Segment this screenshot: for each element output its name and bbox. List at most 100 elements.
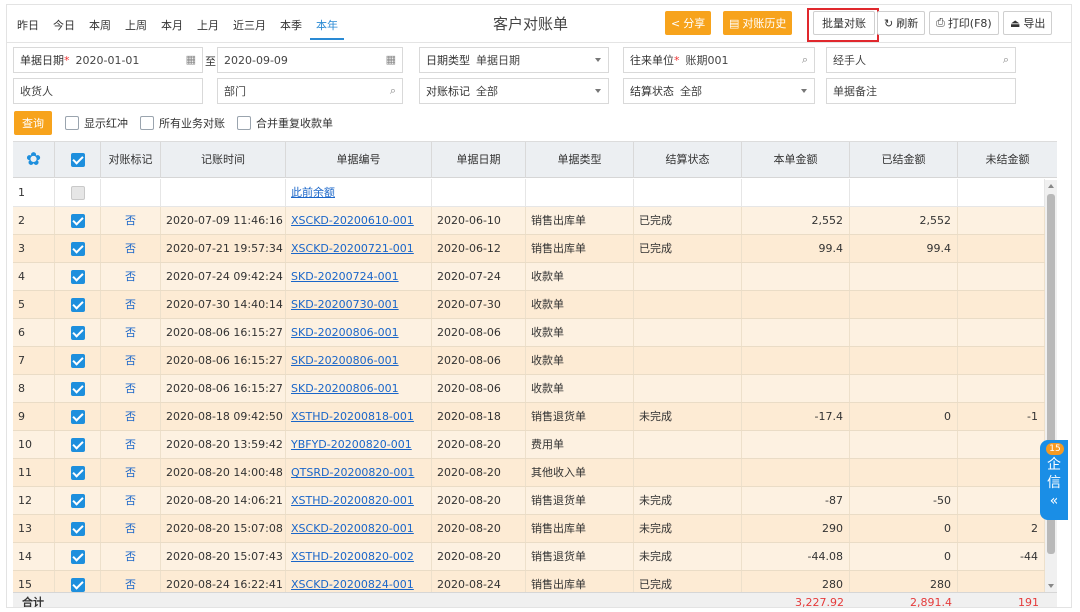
scroll-down-icon[interactable]: [1048, 584, 1054, 588]
table-row[interactable]: 1 此前余额: [13, 179, 1045, 207]
row-checkbox[interactable]: [70, 242, 85, 256]
reconcile-mark-select[interactable]: 对账标记 全部: [419, 78, 609, 104]
col-date[interactable]: 单据日期: [432, 142, 526, 178]
customer-unit-field[interactable]: 往来单位* 账期001 ⌕: [623, 47, 815, 73]
vertical-scrollbar[interactable]: [1045, 180, 1057, 592]
row-checkbox-cell[interactable]: [55, 235, 101, 262]
row-checkbox-cell[interactable]: [55, 179, 101, 206]
row-checkbox-cell[interactable]: [55, 431, 101, 458]
row-checkbox-cell[interactable]: [55, 347, 101, 374]
select-all-checkbox[interactable]: [70, 153, 85, 167]
table-row[interactable]: 4 否 2020-07-24 09:42:24 SKD-20200724-001 202…: [13, 263, 1045, 291]
date-to-field[interactable]: 2020-09-09 ▦: [217, 47, 403, 73]
bill-code-link[interactable]: XSCKD-20200610-001: [291, 214, 414, 227]
query-button[interactable]: 查询: [14, 111, 52, 135]
row-checkbox[interactable]: [70, 550, 85, 564]
table-row[interactable]: 8 否 2020-08-06 16:15:27 SKD-20200806-001 202…: [13, 375, 1045, 403]
refresh-button[interactable]: ↻ 刷新: [877, 11, 926, 35]
row-checkbox[interactable]: [70, 270, 85, 284]
bill-code-link[interactable]: SKD-20200806-001: [291, 326, 399, 339]
period-tab[interactable]: 上周: [119, 13, 153, 40]
table-row[interactable]: 10 否 2020-08-20 13:59:42 YBFYD-20200820-001…: [13, 431, 1045, 459]
row-checkbox-cell[interactable]: [55, 515, 101, 542]
row-checkbox[interactable]: [70, 186, 85, 200]
period-tab[interactable]: 本月: [155, 13, 189, 40]
bill-code-link[interactable]: YBFYD-20200820-001: [291, 438, 412, 451]
col-amount[interactable]: 本单金额: [742, 142, 850, 178]
row-checkbox-cell[interactable]: [55, 319, 101, 346]
row-checkbox[interactable]: [70, 578, 85, 592]
date-from-field[interactable]: 单据日期* 2020-01-01 ▦: [13, 47, 203, 73]
table-row[interactable]: 3 否 2020-07-21 19:57:34 XSCKD-20200721-001 2…: [13, 235, 1045, 263]
bill-code-link[interactable]: XSTHD-20200820-001: [291, 494, 414, 507]
collapse-icon[interactable]: «: [1040, 492, 1068, 510]
row-checkbox-cell[interactable]: [55, 291, 101, 318]
row-checkbox-cell[interactable]: [55, 487, 101, 514]
option-show-red[interactable]: 显示红冲: [65, 115, 128, 131]
select-all-cell[interactable]: [55, 142, 101, 178]
row-checkbox[interactable]: [70, 326, 85, 340]
col-code[interactable]: 单据编号: [286, 142, 432, 178]
side-chat-widget[interactable]: 15 企 信 «: [1040, 440, 1068, 520]
row-checkbox[interactable]: [70, 438, 85, 452]
receiver-field[interactable]: 收货人: [13, 78, 203, 104]
batch-reconcile-button[interactable]: 批量对账: [813, 11, 875, 35]
row-checkbox[interactable]: [70, 466, 85, 480]
bill-code-link[interactable]: XSTHD-20200818-001: [291, 410, 414, 423]
table-row[interactable]: 11 否 2020-08-20 14:00:48 QTSRD-20200820-001…: [13, 459, 1045, 487]
row-checkbox-cell[interactable]: [55, 207, 101, 234]
period-tab[interactable]: 本周: [83, 13, 117, 40]
bill-code-link[interactable]: XSCKD-20200721-001: [291, 242, 414, 255]
row-checkbox[interactable]: [70, 214, 85, 228]
col-time[interactable]: 记账时间: [161, 142, 286, 178]
row-checkbox[interactable]: [70, 382, 85, 396]
settle-status-select[interactable]: 结算状态 全部: [623, 78, 815, 104]
table-row[interactable]: 5 否 2020-07-30 14:40:14 SKD-20200730-001 202…: [13, 291, 1045, 319]
export-button[interactable]: ⏏ 导出: [1003, 11, 1053, 35]
remark-field[interactable]: 单据备注: [826, 78, 1016, 104]
bill-code-link[interactable]: SKD-20200806-001: [291, 354, 399, 367]
table-row[interactable]: 12 否 2020-08-20 14:06:21 XSTHD-20200820-001…: [13, 487, 1045, 515]
col-status[interactable]: 结算状态: [634, 142, 742, 178]
period-tab[interactable]: 昨日: [11, 13, 45, 40]
bill-code-link[interactable]: XSTHD-20200820-002: [291, 550, 414, 563]
settings-gear-cell[interactable]: ✿: [13, 142, 55, 178]
search-icon[interactable]: ⌕: [802, 53, 808, 67]
bill-code-link[interactable]: QTSRD-20200820-001: [291, 466, 414, 479]
share-button[interactable]: < 分享: [665, 11, 712, 35]
table-row[interactable]: 13 否 2020-08-20 15:07:08 XSCKD-20200820-001…: [13, 515, 1045, 543]
checkbox[interactable]: [65, 116, 79, 130]
option-all-business[interactable]: 所有业务对账: [140, 115, 225, 131]
checkbox[interactable]: [140, 116, 154, 130]
row-checkbox-cell[interactable]: [55, 263, 101, 290]
option-merge-receipts[interactable]: 合并重复收款单: [237, 115, 333, 131]
period-tab[interactable]: 上月: [191, 13, 225, 40]
scroll-up-icon[interactable]: [1048, 184, 1054, 188]
table-row[interactable]: 9 否 2020-08-18 09:42:50 XSTHD-20200818-001 2…: [13, 403, 1045, 431]
row-checkbox-cell[interactable]: [55, 375, 101, 402]
row-checkbox[interactable]: [70, 354, 85, 368]
row-checkbox-cell[interactable]: [55, 403, 101, 430]
col-settled[interactable]: 已结金额: [850, 142, 958, 178]
row-checkbox-cell[interactable]: [55, 459, 101, 486]
bill-code-link[interactable]: XSCKD-20200824-001: [291, 578, 414, 591]
row-checkbox[interactable]: [70, 522, 85, 536]
bill-code-link[interactable]: SKD-20200724-001: [291, 270, 399, 283]
print-button[interactable]: ⎙ 打印(F8): [929, 11, 999, 35]
search-icon[interactable]: ⌕: [390, 84, 396, 98]
period-tab[interactable]: 今日: [47, 13, 81, 40]
col-mark[interactable]: 对账标记: [101, 142, 161, 178]
handler-field[interactable]: 经手人 ⌕: [826, 47, 1016, 73]
row-checkbox[interactable]: [70, 410, 85, 424]
checkbox[interactable]: [237, 116, 251, 130]
col-unsettled[interactable]: 未结金额: [958, 142, 1057, 178]
bill-code-link[interactable]: SKD-20200730-001: [291, 298, 399, 311]
period-tab[interactable]: 近三月: [227, 13, 272, 40]
date-type-select[interactable]: 日期类型 单据日期: [419, 47, 609, 73]
bill-code-link[interactable]: XSCKD-20200820-001: [291, 522, 414, 535]
history-button[interactable]: ▤ 对账历史: [723, 11, 793, 35]
row-checkbox[interactable]: [70, 494, 85, 508]
table-row[interactable]: 6 否 2020-08-06 16:15:27 SKD-20200806-001 202…: [13, 319, 1045, 347]
period-tab[interactable]: 本季: [274, 13, 308, 40]
row-checkbox[interactable]: [70, 298, 85, 312]
